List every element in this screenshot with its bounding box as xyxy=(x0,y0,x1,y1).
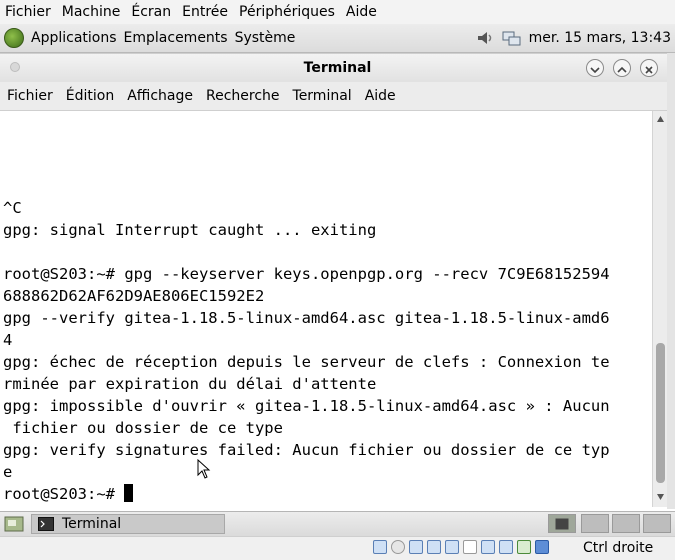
terminal-line: gpg: signal Interrupt caught ... exiting xyxy=(3,221,377,239)
terminal-titlebar[interactable]: Terminal xyxy=(0,53,675,83)
scrollbar-thumb[interactable] xyxy=(656,343,665,483)
mouse-integration-icon[interactable] xyxy=(535,540,549,554)
chevron-down-icon xyxy=(590,67,600,74)
taskbar-terminal-button[interactable]: Terminal xyxy=(31,514,225,534)
panel-menu-applications[interactable]: Applications xyxy=(31,30,117,46)
prompt-text: root@S203:~# xyxy=(3,485,125,503)
menu-recherche[interactable]: Recherche xyxy=(199,88,286,104)
panel-clock[interactable]: mer. 15 mars, 13:43 xyxy=(529,30,671,46)
workspace-1[interactable] xyxy=(548,514,576,533)
window-title: Terminal xyxy=(303,60,372,76)
show-desktop-icon[interactable] xyxy=(4,515,24,533)
terminal-line: rminée par expiration du délai d'attente xyxy=(3,375,377,393)
gnome-foot-icon[interactable] xyxy=(4,28,24,48)
terminal-prompt-line: root@S203:~# xyxy=(3,483,134,505)
vbox-menu-peripheriques[interactable]: Périphériques xyxy=(234,4,339,20)
shared-folders-icon[interactable] xyxy=(463,540,477,554)
vbox-menu-machine[interactable]: Machine xyxy=(57,4,125,20)
disk-icon[interactable] xyxy=(373,540,387,554)
terminal-line: 688862D62AF62D9AE806EC1592E2 xyxy=(3,287,265,305)
virtualization-icon[interactable] xyxy=(517,540,531,554)
minimize-button[interactable] xyxy=(586,59,604,77)
status-icons xyxy=(373,540,553,554)
menu-aide[interactable]: Aide xyxy=(358,88,402,104)
terminal-line: 4 xyxy=(3,331,13,349)
close-icon xyxy=(645,66,653,74)
terminal-line: gpg: échec de réception depuis le serveu… xyxy=(3,353,610,371)
close-button[interactable] xyxy=(640,59,658,77)
maximize-button[interactable] xyxy=(613,59,631,77)
host-key-label: Ctrl droite xyxy=(583,540,654,556)
terminal-line: root@S203:~# gpg --keyserver keys.openpg… xyxy=(3,265,610,283)
video-capture-icon[interactable] xyxy=(499,540,513,554)
chevron-up-icon xyxy=(617,66,627,73)
terminal-line: gpg --verify gitea-1.18.5-linux-amd64.as… xyxy=(3,309,610,327)
bottom-panel: Terminal xyxy=(0,511,675,537)
workspace-2[interactable] xyxy=(581,514,609,533)
terminal-line: gpg: impossible d'ouvrir « gitea-1.18.5-… xyxy=(3,397,610,415)
vbox-menubar: Fichier Machine Écran Entrée Périphériqu… xyxy=(0,0,675,24)
menu-terminal[interactable]: Terminal xyxy=(286,88,358,104)
menu-fichier[interactable]: Fichier xyxy=(0,88,59,104)
terminal-icon xyxy=(38,517,54,531)
network-icon[interactable] xyxy=(501,28,523,48)
workspace-4[interactable] xyxy=(643,514,671,533)
network-adapter-icon[interactable] xyxy=(427,540,441,554)
terminal-line: gpg: verify signatures failed: Aucun fic… xyxy=(3,441,610,459)
usb-icon[interactable] xyxy=(445,540,459,554)
text-cursor xyxy=(124,484,134,502)
workspace-3[interactable] xyxy=(612,514,640,533)
terminal-menubar: Fichier Édition Affichage Recherche Term… xyxy=(0,82,675,111)
terminal-line: ^C xyxy=(3,199,22,217)
top-panel: Applications Emplacements Système mer. 1… xyxy=(0,24,675,53)
window-frame xyxy=(667,53,675,509)
vbox-menu-aide[interactable]: Aide xyxy=(341,4,381,20)
mouse-pointer-icon xyxy=(197,459,211,479)
terminal-scrollbar[interactable] xyxy=(652,111,668,507)
vbox-statusbar: Ctrl droite xyxy=(0,536,675,560)
menu-edition[interactable]: Édition xyxy=(59,88,120,104)
terminal-icon xyxy=(555,518,569,530)
scroll-down-icon[interactable] xyxy=(656,493,665,501)
system-tray: mer. 15 mars, 13:43 xyxy=(475,24,671,52)
vbox-menu-fichier[interactable]: Fichier xyxy=(0,4,55,20)
panel-menu-emplacements[interactable]: Emplacements xyxy=(124,30,228,46)
vbox-menu-entree[interactable]: Entrée xyxy=(177,4,232,20)
terminal-line: fichier ou dossier de ce type xyxy=(3,419,283,437)
display-icon[interactable] xyxy=(481,540,495,554)
taskbar-terminal-label: Terminal xyxy=(62,516,122,532)
terminal-output[interactable]: ^C gpg: signal Interrupt caught ... exit… xyxy=(0,111,652,507)
audio-icon[interactable] xyxy=(409,540,423,554)
vbox-menu-ecran[interactable]: Écran xyxy=(126,4,175,20)
menu-affichage[interactable]: Affichage xyxy=(120,88,199,104)
scroll-up-icon[interactable] xyxy=(656,115,665,123)
optical-drive-icon[interactable] xyxy=(391,540,405,554)
volume-icon[interactable] xyxy=(475,28,495,48)
panel-menu-systeme[interactable]: Système xyxy=(235,30,296,46)
window-menu-icon[interactable] xyxy=(10,62,20,72)
terminal-line: e xyxy=(3,463,13,481)
